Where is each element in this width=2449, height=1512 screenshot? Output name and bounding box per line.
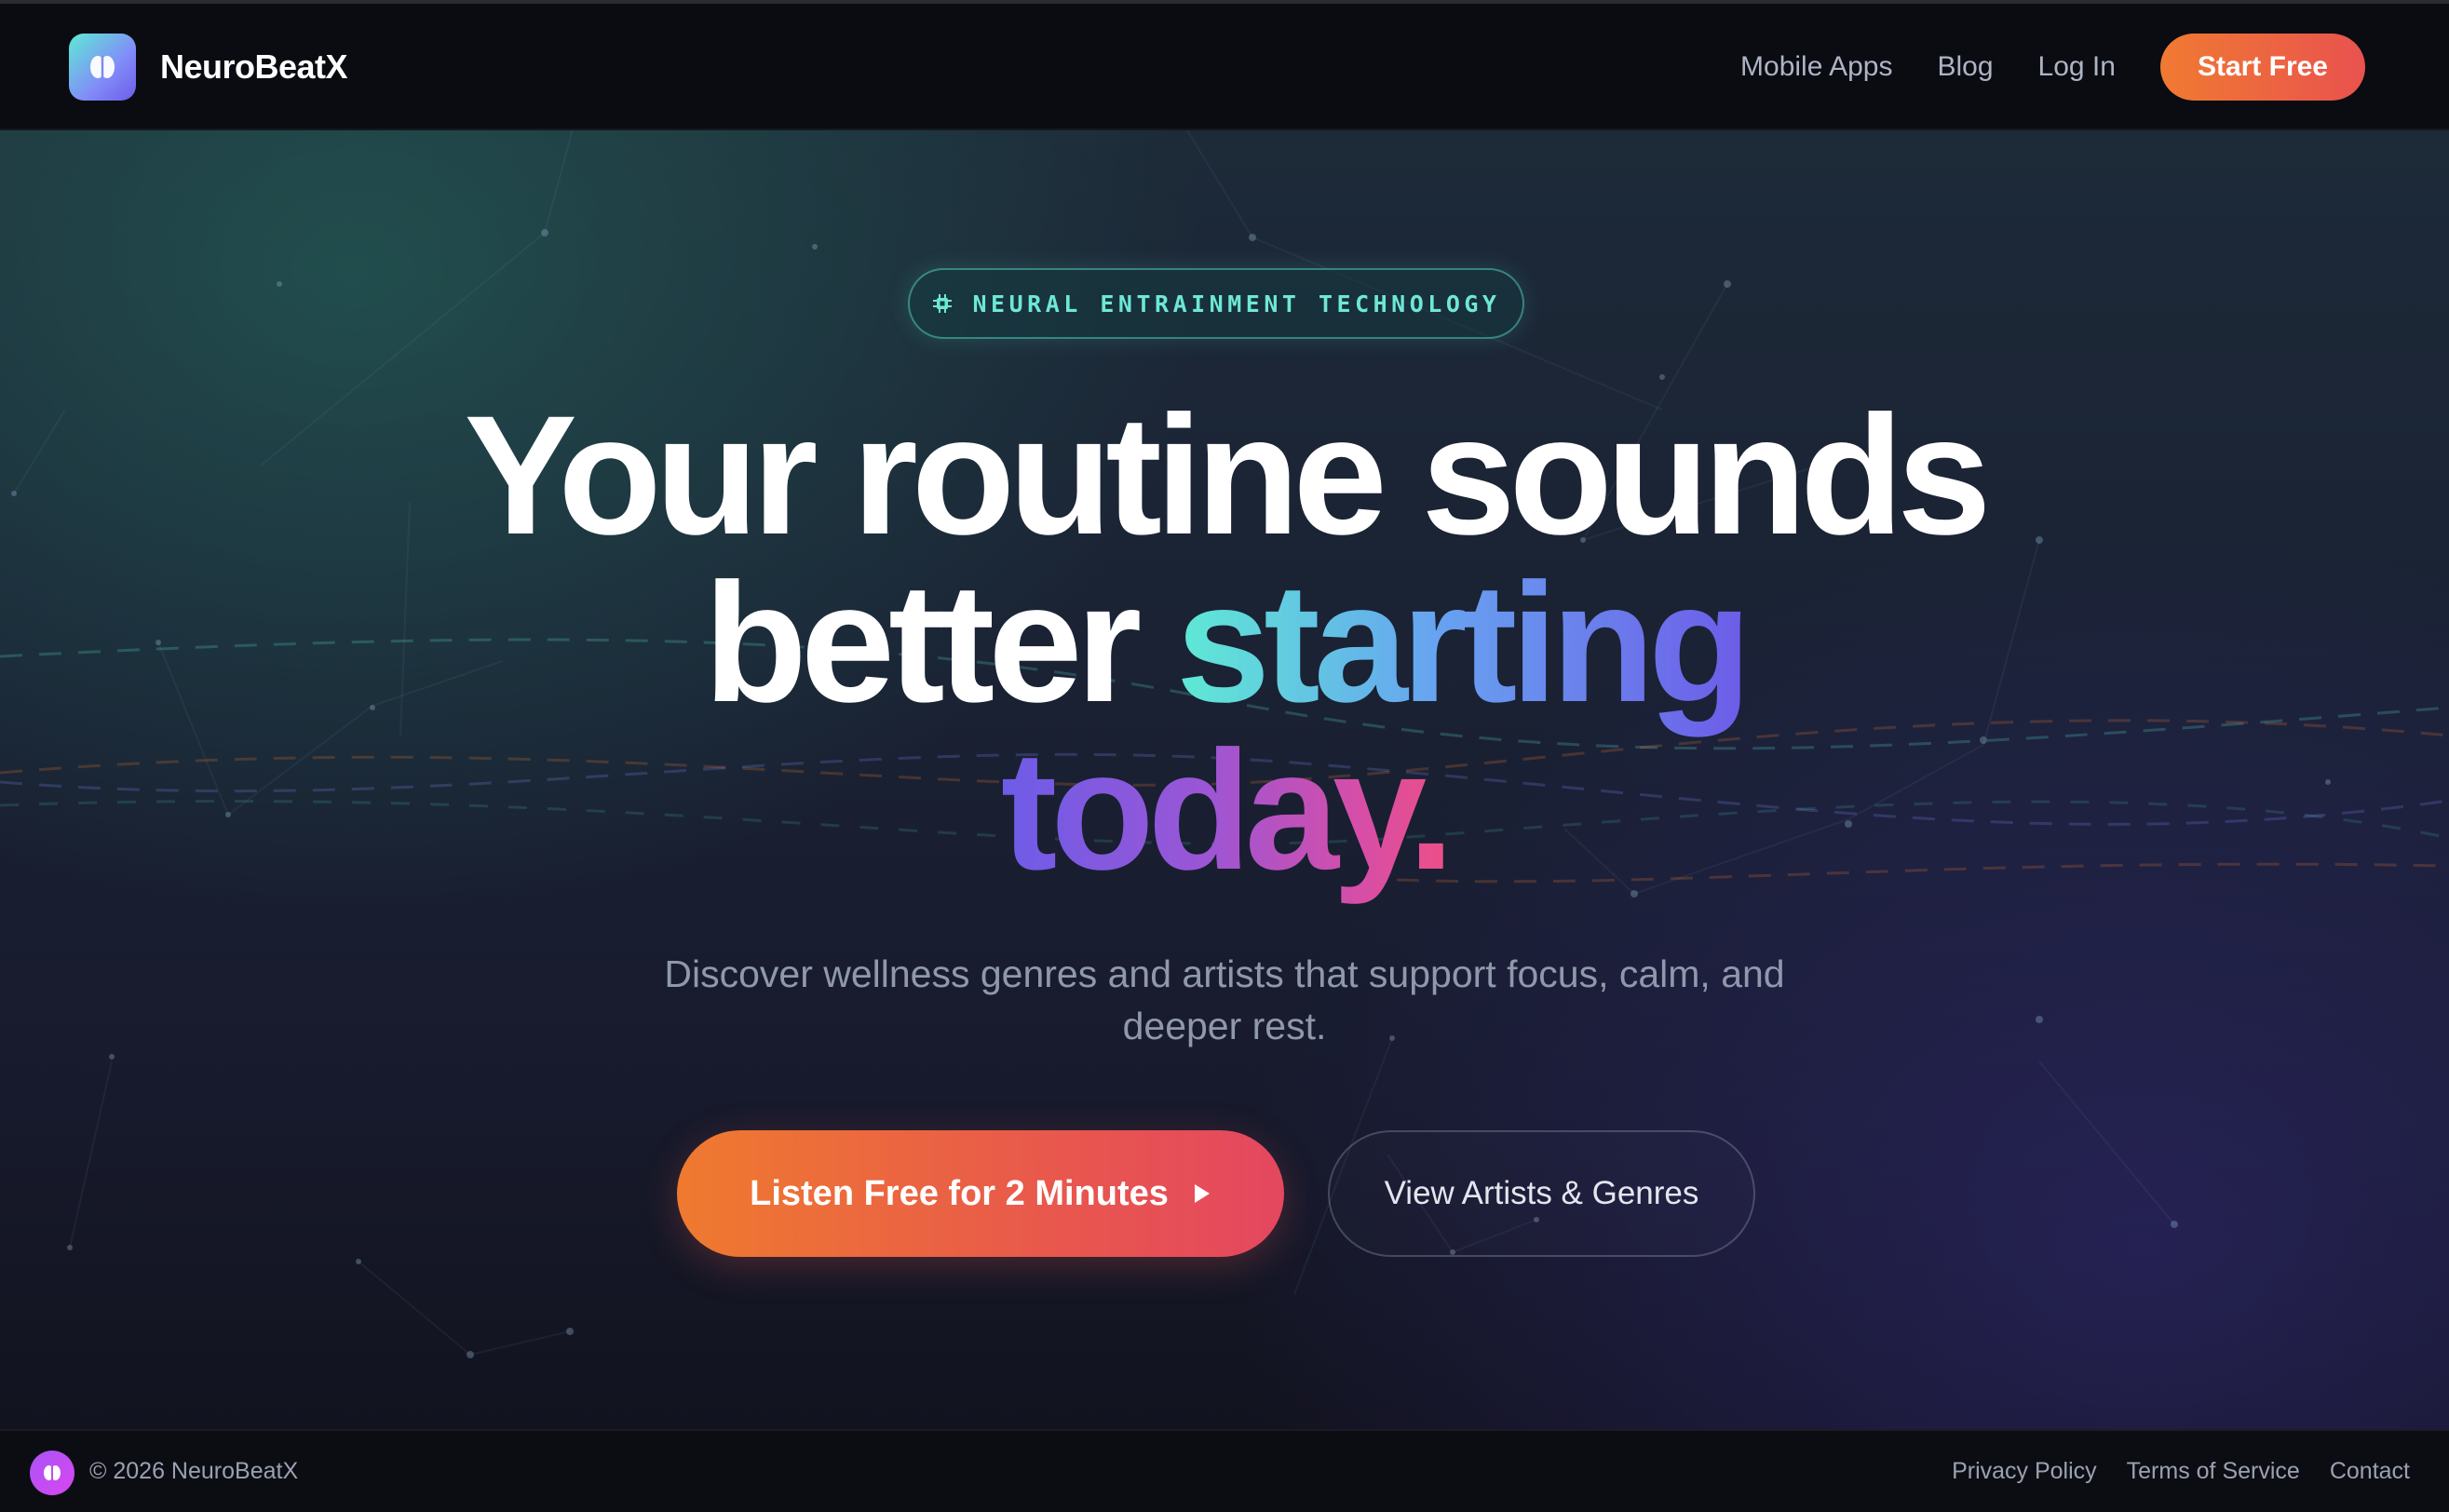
- headline-line-1: Your routine sounds: [464, 380, 1991, 570]
- feature-badge: NEURAL ENTRAINMENT TECHNOLOGY: [908, 268, 1524, 339]
- brand-logo[interactable]: NeuroBeatX: [69, 34, 348, 101]
- headline-accent-today: today.: [1000, 715, 1455, 905]
- headline-line-2: better starting: [0, 558, 2449, 727]
- headline-plain-word: better: [703, 547, 1176, 737]
- play-icon: [1194, 1184, 1210, 1203]
- badge-label: NEURAL ENTRAINMENT TECHNOLOGY: [972, 290, 1501, 317]
- hero-section: NEURAL ENTRAINMENT TECHNOLOGY Your routi…: [0, 130, 2449, 1429]
- page-footer: © 2026 NeuroBeatX Privacy Policy Terms o…: [0, 1429, 2449, 1512]
- hero-subtitle: Discover wellness genres and artists tha…: [664, 952, 1785, 1047]
- copyright-text: © 2026 NeuroBeatX: [89, 1458, 299, 1484]
- nav-link-mobile-apps[interactable]: Mobile Apps: [1740, 51, 1892, 83]
- top-navbar: NeuroBeatX Mobile Apps Blog Log In Start…: [0, 4, 2449, 130]
- listen-free-button[interactable]: Listen Free for 2 Minutes: [677, 1130, 1284, 1257]
- headline-accent-starting: starting: [1175, 547, 1752, 737]
- nav-link-log-in[interactable]: Log In: [2038, 51, 2116, 83]
- brain-icon: [30, 1451, 74, 1495]
- start-free-button[interactable]: Start Free: [2159, 34, 2365, 101]
- nav-link-blog[interactable]: Blog: [1937, 51, 1993, 83]
- brand-name: NeuroBeatX: [160, 47, 348, 86]
- nav-links: Mobile Apps Blog Log In Start Free: [1740, 34, 2365, 101]
- hero-headline: Your routine sounds better starting toda…: [0, 380, 2449, 895]
- chip-icon: [932, 294, 952, 313]
- footer-links: Privacy Policy Terms of Service Contact: [1922, 1458, 2410, 1485]
- headline-line-3: today.: [0, 725, 2449, 895]
- view-artists-genres-button[interactable]: View Artists & Genres: [1328, 1130, 1755, 1257]
- landing-page: NeuroBeatX Mobile Apps Blog Log In Start…: [0, 0, 2449, 1512]
- footer-link-privacy-policy[interactable]: Privacy Policy: [1952, 1458, 2097, 1485]
- footer-link-terms-of-service[interactable]: Terms of Service: [2127, 1458, 2300, 1485]
- listen-free-label: Listen Free for 2 Minutes: [750, 1173, 1169, 1213]
- footer-link-contact[interactable]: Contact: [2330, 1458, 2410, 1485]
- brain-icon: [69, 34, 136, 101]
